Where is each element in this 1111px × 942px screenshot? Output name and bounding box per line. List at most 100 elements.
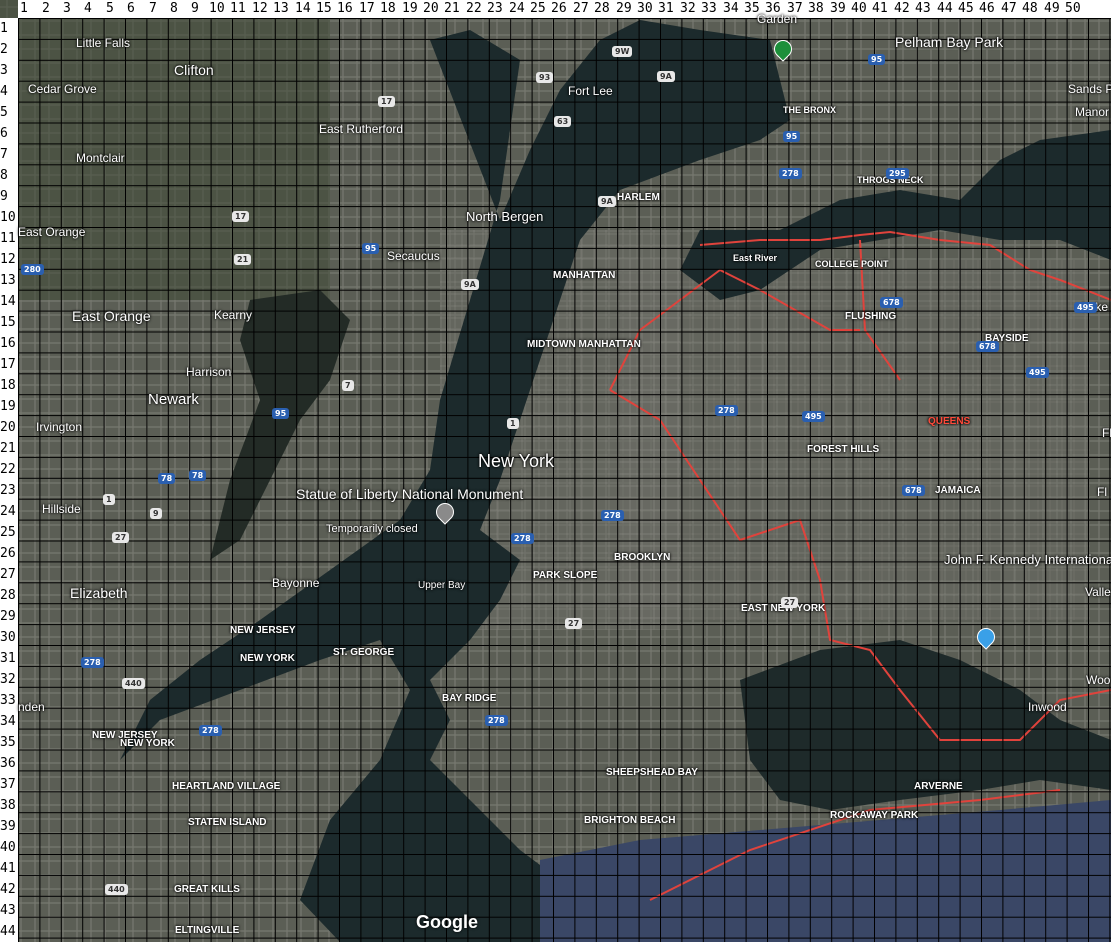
highway-shield-icon: 95	[783, 131, 801, 142]
grid-row-label: 8	[0, 168, 8, 183]
grid-row-label: 32	[0, 672, 16, 687]
place-label: Kearny	[214, 308, 253, 322]
highway-shield-icon: 1	[507, 418, 519, 429]
highway-shield-icon: 63	[554, 116, 572, 127]
highway-shield-icon: 495	[1026, 367, 1049, 378]
grid-row-label: 42	[0, 882, 16, 897]
grid-row-label: 11	[0, 231, 16, 246]
highway-shield-icon: 1	[103, 494, 115, 505]
place-label: MANHATTAN	[553, 270, 616, 281]
grid-row-label: 25	[0, 525, 16, 540]
place-label: STATEN ISLAND	[188, 817, 267, 828]
grid-col-label: 42	[894, 1, 910, 16]
place-label: Inwood	[1028, 700, 1067, 714]
grid-col-label: 23	[487, 1, 503, 16]
grid-col-label: 24	[509, 1, 525, 16]
place-label: New York	[478, 451, 555, 471]
grid-col-label: 43	[915, 1, 931, 16]
grid-row-label: 30	[0, 630, 16, 645]
place-label: Fort Lee	[568, 84, 613, 98]
highway-shield-icon: 678	[976, 341, 999, 352]
highway-shield-icon: 9A	[598, 196, 616, 207]
grid-col-label: 22	[466, 1, 482, 16]
grid-row-label: 38	[0, 798, 16, 813]
grid-row-label: 14	[0, 294, 16, 309]
highway-shield-icon: 78	[189, 470, 207, 481]
grid-col-label: 7	[149, 1, 157, 16]
place-label: Pelham Bay Park	[895, 34, 1004, 50]
place-label: Fl	[1097, 485, 1107, 499]
highway-shield-icon: 27	[112, 532, 130, 543]
grid-col-label: 27	[573, 1, 589, 16]
grid-overlay	[18, 18, 1111, 942]
place-label: SHEEPSHEAD BAY	[606, 767, 698, 778]
grid-row-label: 10	[0, 210, 16, 225]
place-label: Clifton	[174, 62, 214, 78]
highway-shield-icon: 7	[342, 380, 354, 391]
place-label: Cedar Grove	[28, 82, 97, 96]
place-label: ROCKAWAY PARK	[830, 810, 919, 821]
grid-col-label: 34	[723, 1, 739, 16]
grid-column-labels: 1 2 3 4 5 6 7 8 9 10 11 12 13 14 15 16 1…	[18, 0, 1111, 18]
grid-col-label: 48	[1022, 1, 1038, 16]
grid-col-label: 17	[359, 1, 375, 16]
highway-shield-icon: 27	[781, 597, 799, 608]
grid-row-label: 23	[0, 483, 16, 498]
highway-shield-icon: 93	[536, 72, 554, 83]
grid-col-label: 33	[701, 1, 717, 16]
highway-shield-icon: 678	[880, 297, 903, 308]
place-label: FLUSHING	[845, 311, 897, 322]
grid-col-label: 30	[637, 1, 653, 16]
grid-row-labels: 1 2 3 4 5 6 7 8 9 10 11 12 13 14 15 16 1…	[0, 18, 18, 942]
grid-col-label: 20	[423, 1, 439, 16]
highway-shield-icon: 278	[81, 657, 104, 668]
grid-col-label: 15	[316, 1, 332, 16]
place-label: Newark	[148, 391, 199, 408]
grid-col-label: 18	[380, 1, 396, 16]
grid-row-label: 6	[0, 126, 8, 141]
place-label: Manor	[1075, 105, 1110, 119]
grid-col-label: 9	[191, 1, 199, 16]
highway-shield-icon: 27	[565, 618, 583, 629]
satellite-map[interactable]	[0, 0, 1111, 942]
grid-row-label: 21	[0, 441, 16, 456]
place-label: NEW YORK	[240, 653, 295, 664]
grid-col-label: 4	[84, 1, 92, 16]
grid-col-label: 3	[63, 1, 71, 16]
place-label: Fl	[1102, 426, 1111, 440]
grid-row-label: 36	[0, 756, 16, 771]
highway-shield-icon: 9A	[461, 279, 479, 290]
grid-col-label: 8	[170, 1, 178, 16]
place-label: ST. GEORGE	[333, 647, 395, 658]
grid-col-label: 6	[127, 1, 135, 16]
grid-row-label: 4	[0, 84, 8, 99]
place-label: East Rutherford	[319, 122, 404, 136]
highway-shield-icon: 9A	[657, 71, 675, 82]
grid-col-label: 5	[106, 1, 114, 16]
place-label: Hillside	[42, 502, 81, 516]
grid-col-label: 47	[1001, 1, 1017, 16]
grid-row-label: 3	[0, 63, 8, 78]
grid-row-label: 43	[0, 903, 16, 918]
place-label: Montclair	[76, 151, 125, 165]
highway-shield-icon: 21	[234, 254, 252, 265]
grid-col-label: 10	[209, 1, 225, 16]
highway-shield-icon: 17	[378, 96, 396, 107]
place-label: Temporarily closed	[326, 523, 418, 535]
highway-shield-icon: 495	[1074, 302, 1097, 313]
grid-col-label: 25	[530, 1, 546, 16]
grid-col-label: 50	[1065, 1, 1081, 16]
highway-shield-icon: 278	[779, 168, 802, 179]
grid-row-label: 40	[0, 840, 16, 855]
place-label: BRIGHTON BEACH	[584, 815, 676, 826]
place-label: NEW YORK	[120, 738, 175, 749]
grid-col-label: 26	[551, 1, 567, 16]
grid-col-label: 46	[979, 1, 995, 16]
grid-row-label: 29	[0, 609, 16, 624]
grid-row-label: 19	[0, 399, 16, 414]
place-label: MIDTOWN MANHATTAN	[527, 339, 641, 350]
grid-col-label: 1	[20, 1, 28, 16]
grid-row-label: 28	[0, 588, 16, 603]
grid-row-label: 13	[0, 273, 16, 288]
grid-row-label: 17	[0, 357, 16, 372]
